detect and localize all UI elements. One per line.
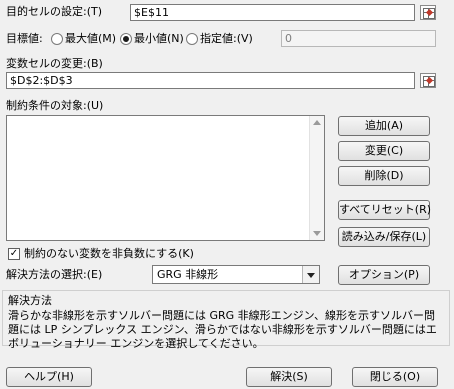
method-select-value: GRG 非線形 [157,268,219,281]
scroll-down-icon[interactable] [313,231,321,236]
load-save-button[interactable]: 読み込み/保存(L) [338,227,430,247]
reset-all-button[interactable]: すべてリセット(R) [338,200,431,220]
change-button[interactable]: 変更(C) [338,141,430,161]
radio-value-of[interactable] [186,33,198,45]
add-button[interactable]: 追加(A) [338,116,430,136]
target-label: 目標値: [6,32,43,45]
help-button[interactable]: ヘルプ(H) [6,367,92,387]
method-description-title: 解決方法 [8,294,52,307]
nonneg-checkbox[interactable]: ✓ [8,248,20,260]
constraints-scrollbar[interactable] [309,116,324,240]
checkmark-icon: ✓ [9,248,19,259]
radio-max[interactable] [51,33,63,45]
radio-min[interactable] [120,33,132,45]
variables-input[interactable]: $D$2:$D$3 [6,72,415,89]
close-button[interactable]: 閉じる(O) [352,367,438,387]
nonneg-label[interactable]: 制約のない変数を非負数にする(K) [24,247,194,261]
scroll-up-icon[interactable] [313,120,321,125]
radio-value-of-label[interactable]: 指定値:(V) [200,32,253,46]
options-button[interactable]: オプション(P) [338,265,430,285]
method-label: 解決方法の選択:(E) [6,268,103,281]
method-description-text: 滑らかな非線形を示すソルバー問題には GRG 非線形エンジン、線形を示すソルバー… [8,309,437,350]
chevron-down-icon[interactable] [302,266,319,283]
method-select[interactable]: GRG 非線形 [152,265,320,284]
objective-ref-button[interactable] [420,5,436,20]
variables-ref-button[interactable] [420,73,436,88]
radio-max-label[interactable]: 最大値(M) [65,32,116,46]
constraints-list[interactable] [6,115,325,241]
delete-button[interactable]: 削除(D) [338,166,430,186]
objective-cell-input[interactable]: $E$11 [130,4,415,21]
radio-min-label[interactable]: 最小値(N) [134,32,184,46]
variables-label: 変数セルの変更:(B) [6,57,103,70]
objective-label: 目的セルの設定:(T) [6,5,103,18]
solve-button[interactable]: 解決(S) [246,367,332,387]
value-of-input[interactable]: 0 [281,30,436,47]
constraints-label: 制約条件の対象:(U) [6,99,104,112]
